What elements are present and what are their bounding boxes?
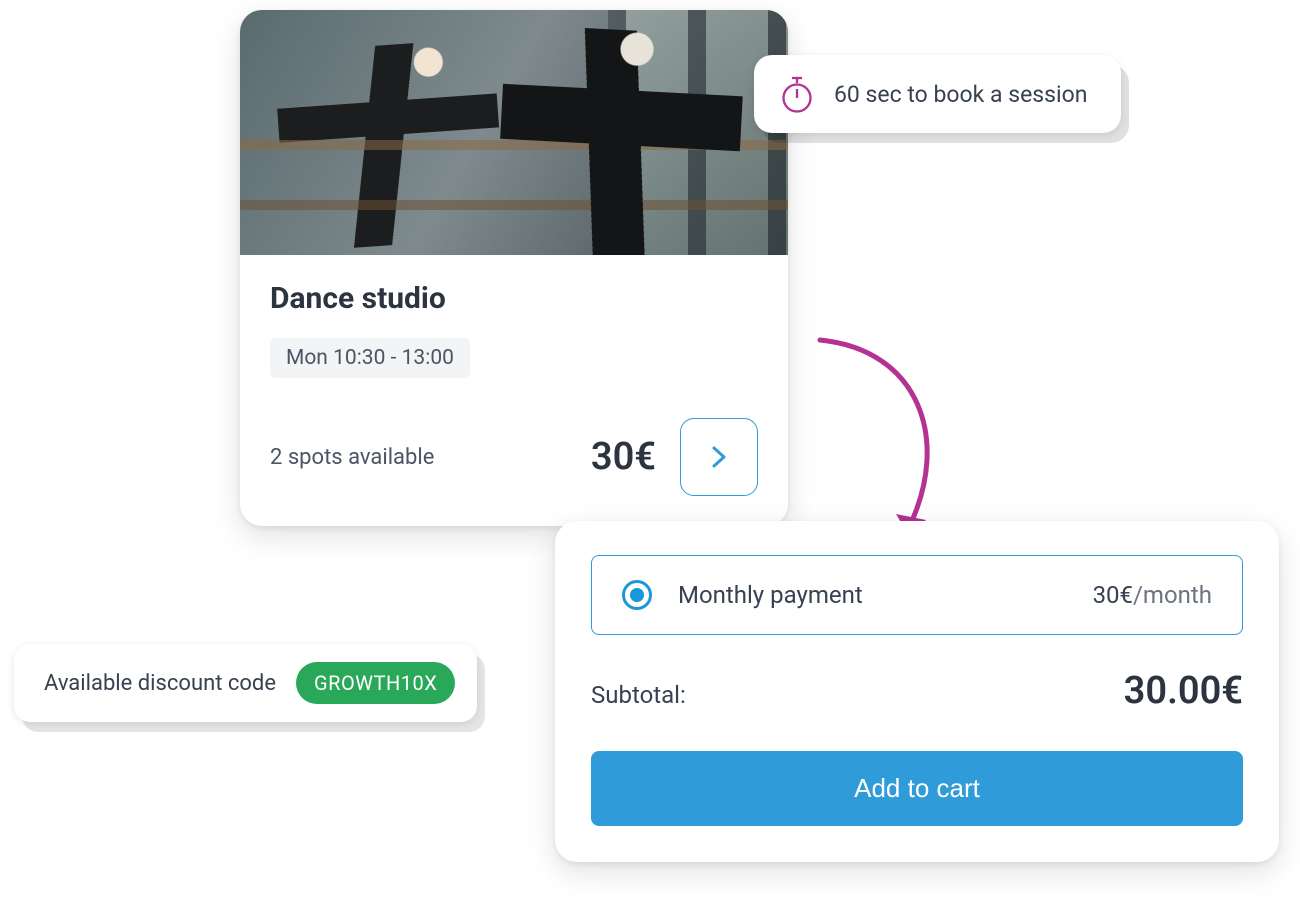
product-card: Dance studio Mon 10:30 - 13:00 2 spots a… (240, 10, 788, 526)
radio-selected-icon (622, 580, 652, 610)
payment-option-monthly[interactable]: Monthly payment 30€/month (591, 555, 1243, 635)
stopwatch-icon (780, 75, 814, 113)
subtotal-label: Subtotal: (591, 681, 686, 709)
schedule-pill: Mon 10:30 - 13:00 (270, 338, 470, 378)
add-to-cart-button[interactable]: Add to cart (591, 751, 1243, 826)
callout-text: 60 sec to book a session (834, 81, 1087, 108)
product-price: 30€ (591, 435, 656, 479)
view-session-button[interactable] (680, 418, 758, 496)
product-title: Dance studio (270, 281, 758, 316)
discount-label: Available discount code (44, 671, 276, 696)
subtotal-value: 30.00€ (1124, 669, 1243, 713)
discount-callout: Available discount code GROWTH10X (14, 644, 477, 722)
payment-option-label: Monthly payment (678, 581, 1067, 609)
availability-text: 2 spots available (270, 445, 567, 470)
booking-speed-callout: 60 sec to book a session (754, 55, 1121, 133)
product-image (240, 10, 788, 255)
chevron-right-icon (712, 446, 726, 468)
checkout-card: Monthly payment 30€/month Subtotal: 30.0… (555, 521, 1279, 862)
payment-option-price: 30€/month (1093, 581, 1212, 609)
discount-code-badge[interactable]: GROWTH10X (296, 662, 455, 704)
